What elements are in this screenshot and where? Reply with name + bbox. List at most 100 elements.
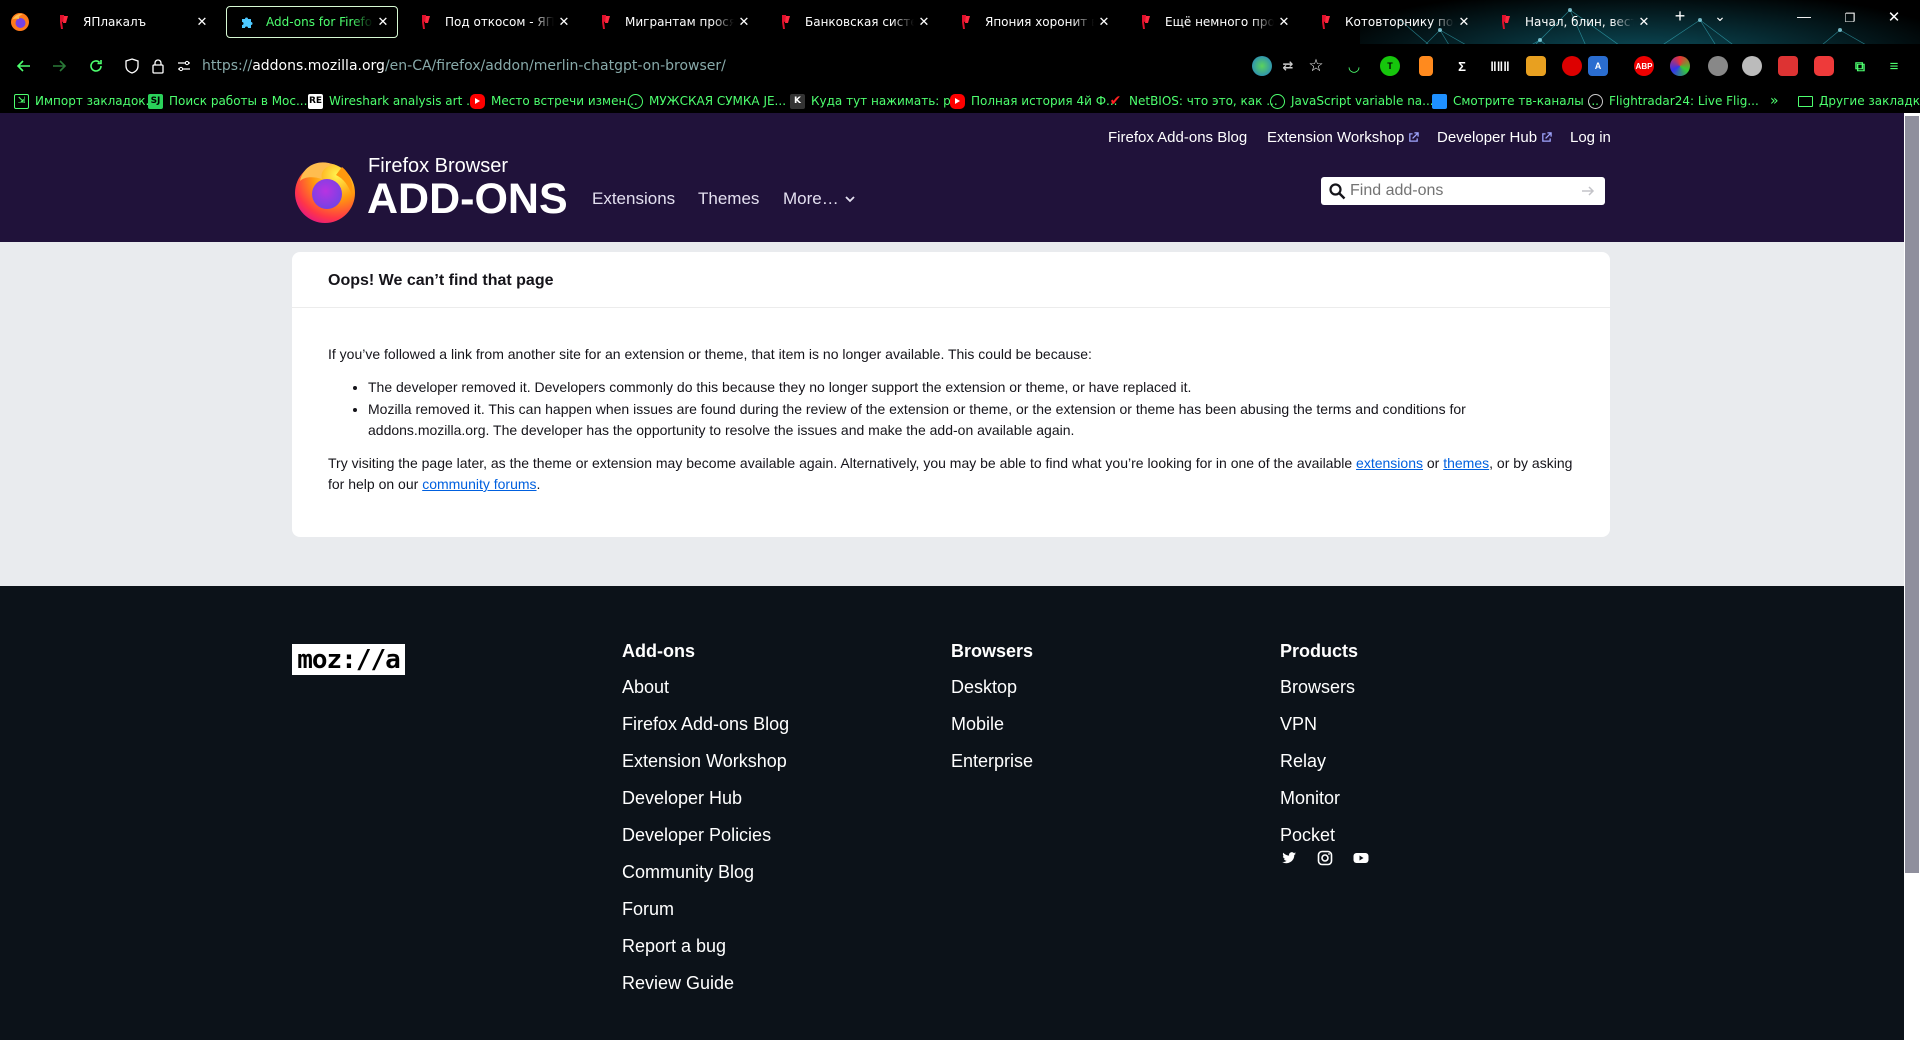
tab[interactable]: Мигрантам просят разрешить✕ [586,6,758,38]
nav-themes[interactable]: Themes [698,189,759,209]
bookmark-item[interactable]: RE Wireshark analysis art ... [308,92,478,110]
bookmark-item[interactable]: МУЖСКАЯ СУМКА JE... [628,92,786,110]
bookmark-item[interactable]: ⇲ Импорт закладок... [14,92,157,110]
search-input[interactable] [1350,182,1570,200]
tab[interactable]: ЯПлакалъ ✕ [44,6,216,38]
back-button[interactable] [12,54,36,78]
camera-extension-icon[interactable] [1814,56,1834,76]
close-tab-icon[interactable]: ✕ [194,15,210,30]
forward-button[interactable] [47,54,71,78]
footer-link[interactable]: Forum [622,897,789,934]
bookmarks-overflow-chevron-icon[interactable]: » [1770,92,1779,110]
footer-link[interactable]: Relay [1280,749,1358,786]
footer-link[interactable]: Review Guide [622,971,789,1008]
permissions-icon[interactable] [176,58,192,74]
themes-link[interactable]: themes [1443,455,1489,471]
page-scrollbar-thumb[interactable] [1905,116,1919,873]
extensions-puzzle-icon[interactable]: ⧉ [1850,56,1870,76]
footer-link[interactable]: Report a bug [622,934,789,971]
bookmark-item[interactable]: K Куда тут нажимать: р... [790,92,962,110]
translate-extension-icon[interactable]: A [1588,56,1608,76]
bookmark-item[interactable]: ✔ NetBIOS: что это, как ... [1108,92,1278,110]
bookmark-item[interactable]: Полная история 4й Ф... [950,92,1117,110]
footer-link[interactable]: Community Blog [622,860,789,897]
footer-link[interactable]: Extension Workshop [622,749,789,786]
screen-extension-icon[interactable] [1778,56,1798,76]
community-forums-link[interactable]: community forums [422,476,536,492]
firefox-menu-icon[interactable] [10,12,30,32]
bars-extension-icon[interactable]: ǁǁǁ [1490,56,1510,76]
youtube-icon[interactable] [1353,850,1369,866]
new-tab-button[interactable]: + [1668,6,1692,27]
adblock-plus-icon[interactable]: ABP [1634,56,1654,76]
bookmark-item[interactable]: Место встречи измен... [470,92,638,110]
url-bar[interactable]: https://addons.mozilla.org/en-CA/firefox… [124,50,1354,82]
close-tab-icon[interactable]: ✕ [1276,15,1292,30]
nav-more[interactable]: More… [783,189,856,209]
close-tab-icon[interactable]: ✕ [1456,15,1472,30]
tab[interactable]: Под откосом - ЯПлакалъ✕ [406,6,578,38]
close-window-button[interactable]: ✕ [1882,8,1906,26]
close-tab-icon[interactable]: ✕ [556,15,572,30]
bookmark-item[interactable]: SJ Поиск работы в Мос... [148,92,307,110]
tab[interactable]: Банковская система США✕ [766,6,938,38]
close-tab-icon[interactable]: ✕ [1636,15,1652,30]
sphere-extension-icon[interactable] [1742,56,1762,76]
tab-title: Add-ons for Firefox (en-CA) [266,15,373,29]
tab[interactable]: Котовторнику посвящается✕ [1306,6,1478,38]
footer-link[interactable]: Developer Hub [622,786,789,823]
tab[interactable]: Add-ons for Firefox (en-CA)✕ [226,6,398,38]
minimize-button[interactable]: — [1792,8,1816,24]
url-text[interactable]: https://addons.mozilla.org/en-CA/firefox… [202,58,726,74]
tab[interactable]: Начал, блин, вести здоровый✕ [1486,6,1658,38]
mozilla-logo[interactable]: moz://a [292,644,405,675]
translate-icon[interactable]: ⇄ [1278,56,1298,76]
footer-link[interactable]: Firefox Add-ons Blog [622,712,789,749]
tab-list-chevron-icon[interactable]: ⌄ [1708,8,1732,25]
tracking-shield-icon[interactable] [124,58,140,74]
dots-extension-icon[interactable] [1708,56,1728,76]
pocket-icon[interactable]: ◡ [1344,56,1364,76]
header-blog-link[interactable]: Firefox Add-ons Blog [1108,129,1247,146]
tab[interactable]: Япония хоронит воспитание✕ [946,6,1118,38]
close-tab-icon[interactable]: ✕ [916,15,932,30]
footer-link[interactable]: Desktop [951,675,1033,712]
header-devhub-link[interactable]: Developer Hub [1437,129,1552,146]
globe-extension-icon[interactable] [1252,56,1272,76]
reload-button[interactable] [84,54,108,78]
bookmark-star-icon[interactable]: ☆ [1306,56,1326,76]
image-extension-icon[interactable] [1526,56,1546,76]
lock-icon[interactable] [150,58,166,74]
instagram-icon[interactable] [1317,850,1333,866]
footer-link[interactable]: Enterprise [951,749,1033,786]
close-tab-icon[interactable]: ✕ [1096,15,1112,30]
tab[interactable]: Ещё немного про Осаку✕ [1126,6,1298,38]
bookmark-item[interactable]: Flightradar24: Live Flig... [1588,92,1759,110]
trash-extension-icon[interactable] [1419,56,1433,76]
bookmark-item[interactable]: JavaScript variable na... [1270,92,1434,110]
footer-link[interactable]: About [622,675,789,712]
footer-link[interactable]: Mobile [951,712,1033,749]
other-bookmarks[interactable]: Другие закладки [1798,92,1920,110]
bookmark-label: JavaScript variable na... [1291,94,1434,108]
bookmark-item[interactable]: Смотрите тв-каналы ... [1432,92,1599,110]
header-login-link[interactable]: Log in [1570,129,1611,146]
footer-link[interactable]: Monitor [1280,786,1358,823]
close-tab-icon[interactable]: ✕ [736,15,752,30]
close-tab-icon[interactable]: ✕ [375,15,391,30]
footer-link[interactable]: VPN [1280,712,1358,749]
search-submit-arrow-icon[interactable] [1580,183,1596,199]
t-extension-icon[interactable]: T [1380,56,1400,76]
footer-link[interactable]: Developer Policies [622,823,789,860]
twitter-icon[interactable] [1281,850,1297,866]
nav-extensions[interactable]: Extensions [592,189,675,209]
restore-button[interactable]: ❐ [1838,11,1862,25]
footer-link[interactable]: Browsers [1280,675,1358,712]
sigma-extension-icon[interactable]: Ʃ [1452,56,1472,76]
amo-home-logo[interactable]: Firefox Browser ADD-ONS [292,155,572,225]
extensions-link[interactable]: extensions [1356,455,1423,471]
record-extension-icon[interactable] [1562,56,1582,76]
colorwheel-extension-icon[interactable] [1670,56,1690,76]
app-menu-icon[interactable]: ≡ [1884,56,1904,76]
header-workshop-link[interactable]: Extension Workshop [1267,129,1420,146]
